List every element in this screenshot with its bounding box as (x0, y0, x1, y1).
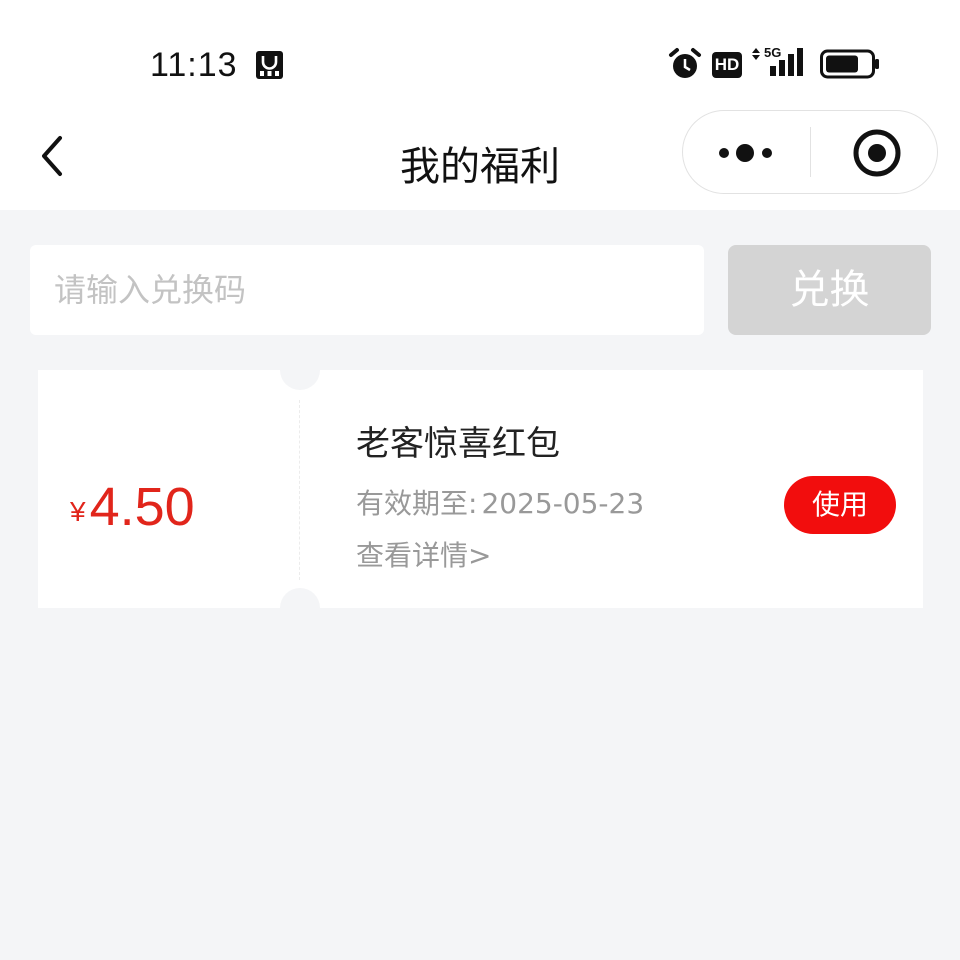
coupon-title: 老客惊喜红包 (356, 424, 560, 464)
alarm-icon (669, 48, 701, 78)
close-button[interactable] (811, 111, 938, 193)
card-notch-top (280, 350, 320, 390)
redeem-code-input[interactable] (30, 245, 704, 335)
nav-bar: 我的福利 (0, 110, 960, 210)
currency-symbol: ¥ (70, 496, 86, 527)
card-notch-bottom (280, 588, 320, 628)
card-divider (299, 400, 300, 580)
coupon-card: ¥4.50 老客惊喜红包 有效期至: 2025-05-23 查看详情> 使用 (38, 350, 923, 628)
mini-program-capsule (682, 110, 938, 194)
more-button[interactable] (683, 111, 810, 193)
amount-value: 4.50 (89, 477, 195, 537)
redeem-button[interactable]: 兑换 (728, 245, 931, 335)
status-bar: 11:13 HD 5G (0, 0, 960, 110)
expiry-label: 有效期至: (356, 487, 478, 520)
view-details-link[interactable]: 查看详情> (356, 534, 491, 574)
expiry-date: 2025-05-23 (481, 487, 645, 520)
battery-icon (820, 49, 879, 79)
coupon-amount: ¥4.50 (70, 476, 195, 538)
use-coupon-button[interactable]: 使用 (784, 476, 896, 534)
hd-icon: HD (712, 52, 742, 78)
status-time: 11:13 (150, 46, 238, 84)
app-notification-icon (256, 51, 283, 79)
more-dots-icon (719, 144, 772, 162)
5g-signal-icon: 5G (750, 45, 808, 78)
coupon-expiry: 有效期至: 2025-05-23 (356, 482, 644, 522)
target-close-icon (853, 129, 901, 177)
hd-label: HD (714, 55, 740, 74)
